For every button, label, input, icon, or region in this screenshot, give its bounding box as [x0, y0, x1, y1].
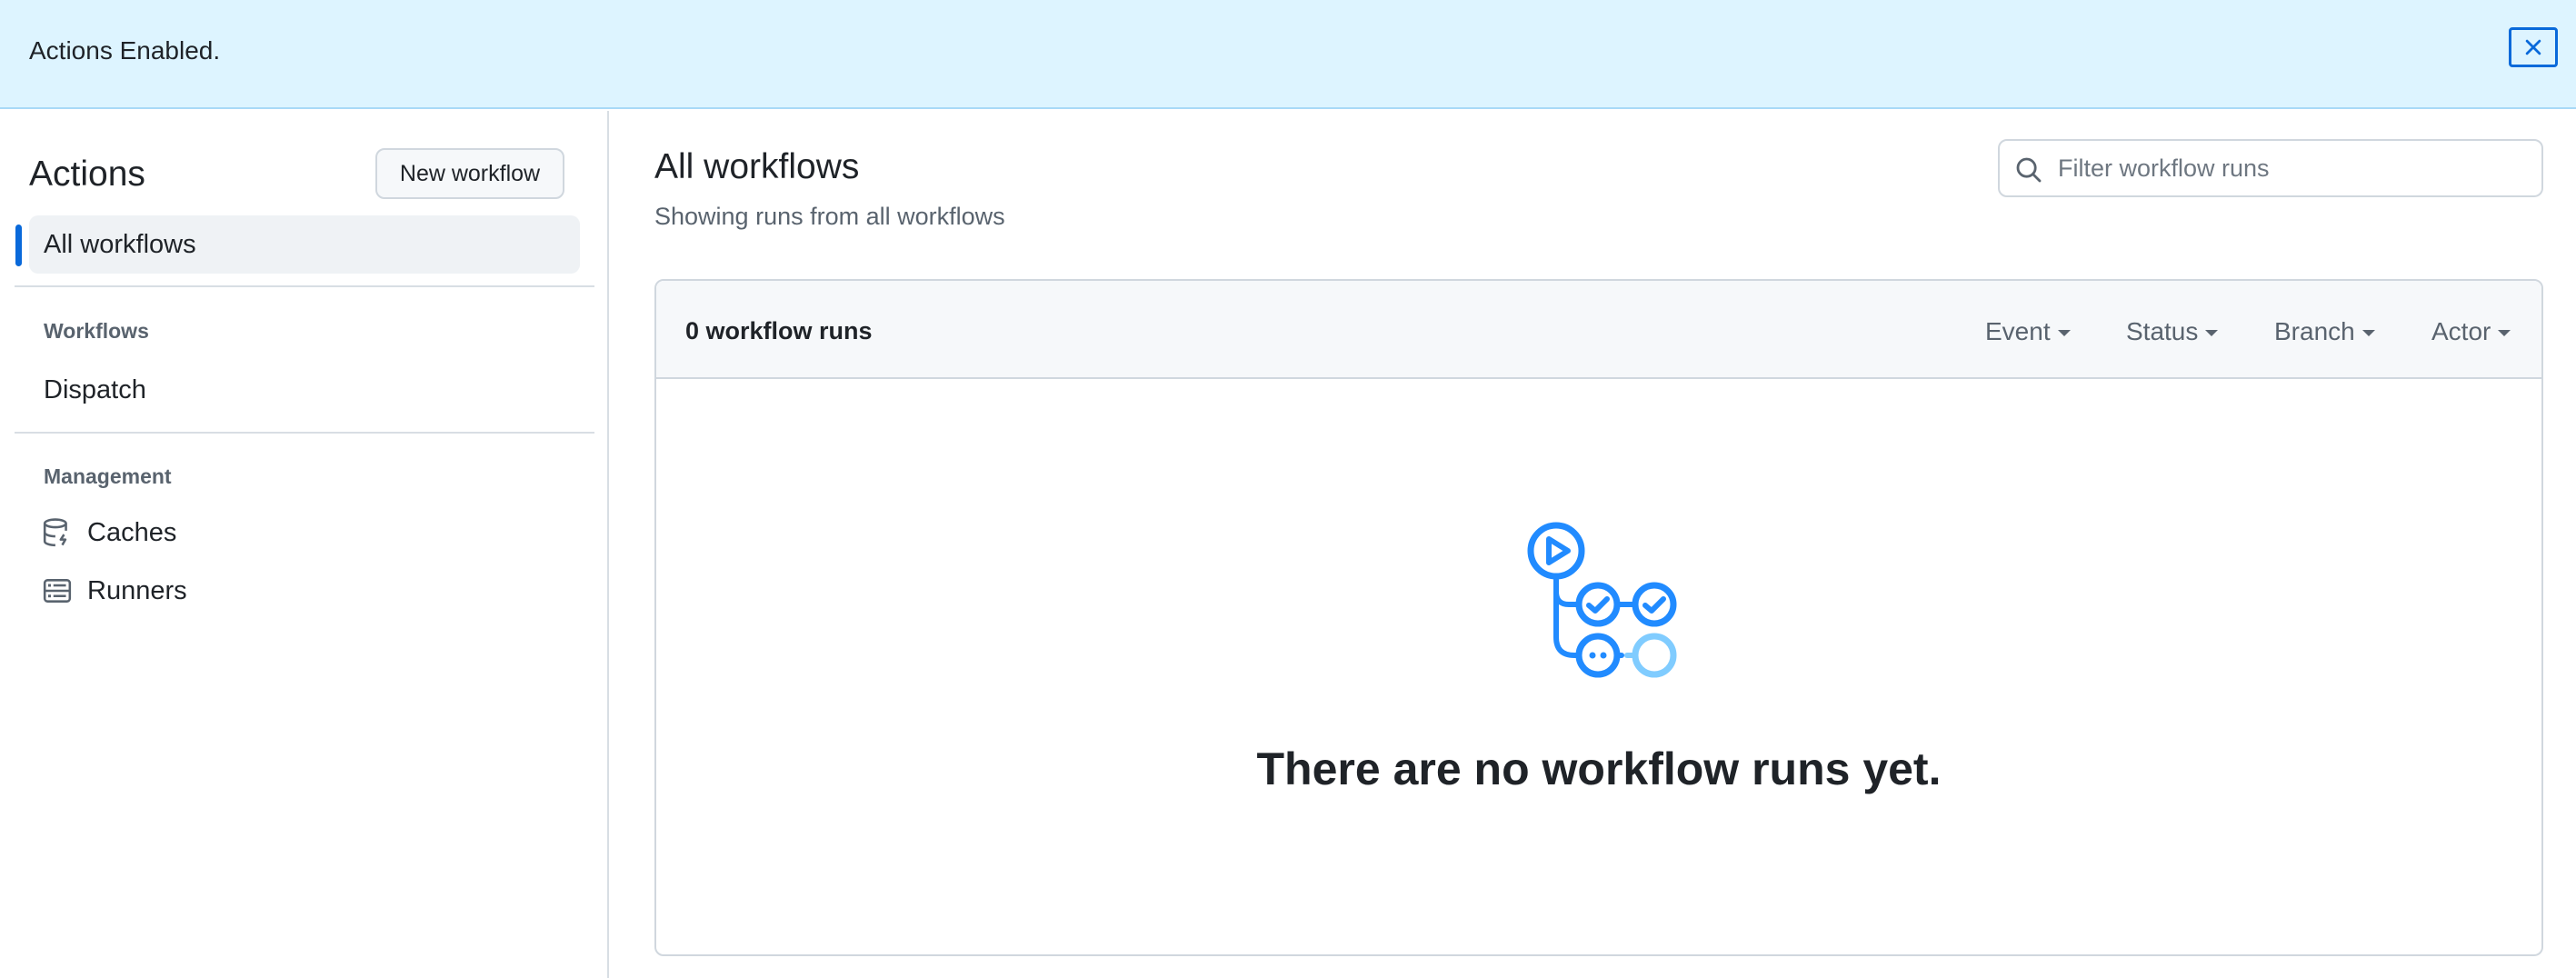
database-icon	[42, 517, 73, 548]
sidebar-divider	[15, 432, 594, 434]
section-label-workflows: Workflows	[44, 319, 149, 343]
run-count: 0 workflow runs	[685, 317, 873, 344]
filter-event-label: Event	[1985, 317, 2051, 345]
workflow-graph-icon	[1527, 522, 1677, 678]
filter-branch-label: Branch	[2274, 317, 2355, 345]
caret-down-icon	[2057, 329, 2071, 336]
banner-close-button[interactable]	[2509, 27, 2558, 67]
sidebar-item-caches[interactable]: Caches	[42, 517, 176, 548]
flash-banner: Actions Enabled.	[0, 0, 2576, 109]
filter-branch-dropdown[interactable]: Branch	[2274, 317, 2375, 346]
search-icon	[2016, 157, 2042, 183]
caret-down-icon	[2205, 329, 2219, 336]
sidebar-item-dispatch[interactable]: Dispatch	[44, 375, 146, 405]
new-workflow-button[interactable]: New workflow	[375, 148, 564, 199]
caret-down-icon	[2361, 329, 2375, 336]
close-icon	[2525, 39, 2541, 55]
caret-down-icon	[2498, 329, 2511, 336]
filter-status-label: Status	[2126, 317, 2199, 345]
runs-header: 0 workflow runs Event Status Branch Acto…	[656, 281, 2541, 379]
empty-state-message: There are no workflow runs yet.	[1256, 743, 1942, 794]
sidebar-item-all-workflows-label: All workflows	[44, 230, 196, 259]
workflow-runs-panel: 0 workflow runs Event Status Branch Acto…	[654, 279, 2543, 956]
filter-search	[1998, 139, 2543, 197]
sidebar-divider	[15, 285, 594, 287]
filter-actor-dropdown[interactable]: Actor	[2431, 317, 2511, 346]
sidebar-title: Actions	[29, 155, 145, 194]
filter-status-dropdown[interactable]: Status	[2126, 317, 2219, 346]
sidebar-item-runners-label: Runners	[87, 575, 187, 605]
section-label-management: Management	[44, 464, 172, 488]
active-indicator	[15, 225, 22, 266]
banner-message: Actions Enabled.	[29, 36, 221, 65]
page-subtitle: Showing runs from all workflows	[654, 203, 1005, 230]
sidebar-item-runners[interactable]: Runners	[42, 575, 187, 606]
sidebar-item-caches-label: Caches	[87, 517, 177, 547]
server-icon	[42, 575, 73, 606]
filter-actor-label: Actor	[2431, 317, 2491, 345]
page-title: All workflows	[654, 147, 860, 186]
sidebar: Actions New workflow All workflows Workf…	[0, 111, 609, 978]
filter-workflow-runs-input[interactable]	[2058, 148, 2531, 188]
filter-event-dropdown[interactable]: Event	[1985, 317, 2071, 346]
